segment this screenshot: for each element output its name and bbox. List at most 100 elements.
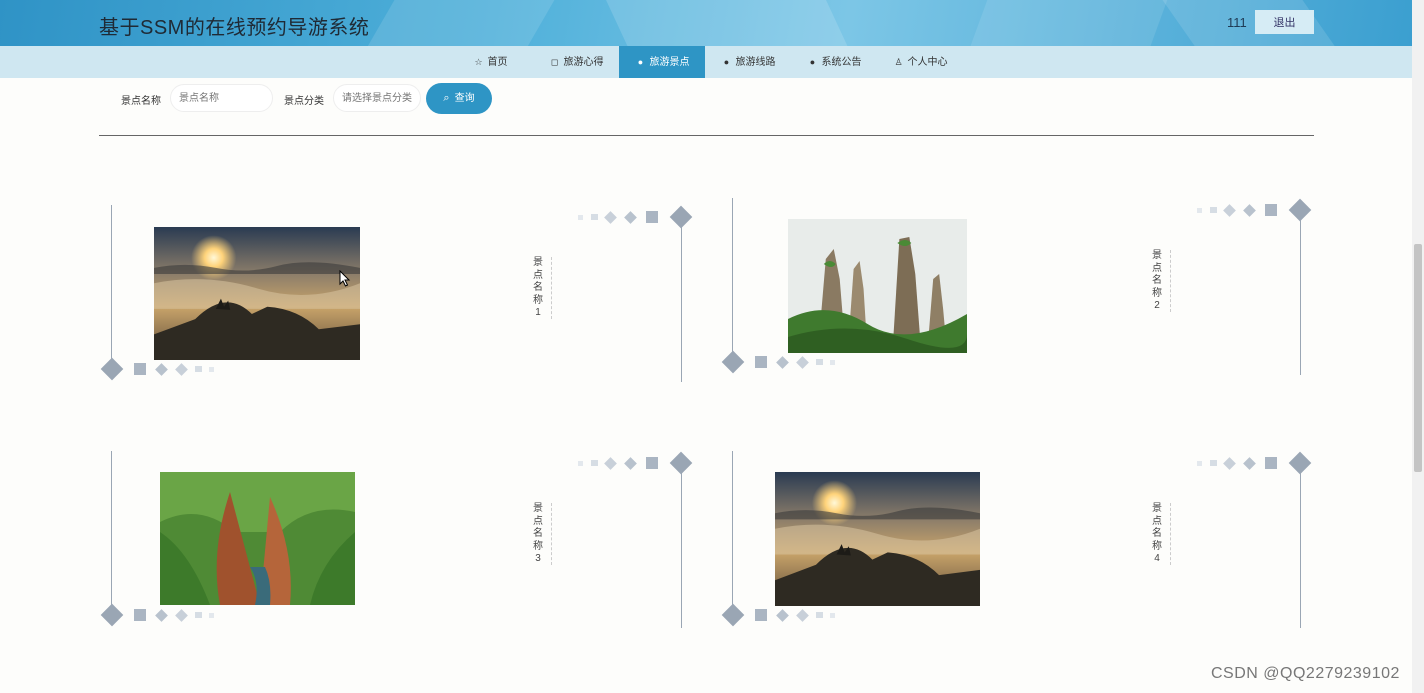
decor-square: [195, 612, 202, 618]
site-title: 基于SSM的在线预约导游系统: [99, 17, 370, 39]
decor-line: [111, 205, 112, 365]
decor-square: [1210, 207, 1217, 213]
decor-line: [1300, 210, 1301, 375]
decor-diamond: [624, 211, 637, 224]
decor-dashed-line: [1170, 503, 1171, 565]
decor-line: [732, 451, 733, 614]
nav-item-label: 首页: [487, 57, 508, 68]
spot-name-input[interactable]: [170, 84, 273, 112]
nav-item-label: 旅游景点: [649, 57, 690, 68]
spot-name[interactable]: 景点名称4: [1150, 503, 1164, 566]
decor-diamond: [776, 609, 789, 622]
decor-diamond: [604, 457, 617, 470]
decor-diamond: [175, 363, 188, 376]
nav-item-travel-notes[interactable]: ◻ 旅游心得: [533, 46, 619, 78]
decor-square: [591, 214, 598, 220]
decor-diamond: [100, 603, 124, 627]
site-header: 基于SSM的在线预约导游系统 111 退出: [0, 0, 1412, 46]
decor-square: [578, 461, 583, 466]
spot-name-label: 景点名称: [121, 96, 161, 107]
spot-card[interactable]: 景点名称1: [99, 197, 699, 387]
decor-dashed-line: [1170, 250, 1171, 312]
decor-square: [755, 609, 767, 621]
spot-category-select[interactable]: [333, 84, 421, 112]
decor-square: [209, 613, 214, 618]
decor-line: [732, 198, 733, 363]
decor-line: [111, 451, 112, 614]
decor-square: [1265, 457, 1277, 469]
decor-diamond: [1223, 204, 1236, 217]
decor-square: [755, 356, 767, 368]
decor-square: [1197, 461, 1202, 466]
nav-item-profile[interactable]: ♙ 个人中心: [877, 46, 963, 78]
watermark: CSDN @QQ2279239102: [1211, 665, 1400, 682]
decor-square: [591, 460, 598, 466]
logout-button[interactable]: 退出: [1255, 10, 1314, 34]
decor-square: [1197, 208, 1202, 213]
decor-diamond: [796, 356, 809, 369]
spot-name[interactable]: 景点名称2: [1150, 250, 1164, 313]
search-button-label: 查询: [454, 93, 475, 104]
spot-name[interactable]: 景点名称3: [531, 503, 545, 566]
nav-item-label: 旅游心得: [563, 57, 604, 68]
user-icon: ♙: [894, 57, 903, 67]
question-icon: ●: [723, 57, 730, 67]
decor-square: [134, 609, 146, 621]
decor-square: [1265, 204, 1277, 216]
decor-square: [578, 215, 583, 220]
decor-diamond: [604, 211, 617, 224]
spot-image[interactable]: [775, 472, 980, 606]
decor-diamond: [776, 356, 789, 369]
decor-square: [1210, 460, 1217, 466]
nav-item-scenic-spots[interactable]: ● 旅游景点: [619, 46, 705, 78]
decor-diamond: [624, 457, 637, 470]
mouse-cursor-icon: [339, 270, 351, 287]
decor-square: [816, 612, 823, 618]
username-label: 111: [1227, 15, 1247, 30]
spot-card[interactable]: 景点名称2: [720, 190, 1320, 380]
decor-diamond: [175, 609, 188, 622]
spot-image[interactable]: [160, 472, 355, 605]
decor-diamond: [100, 357, 124, 381]
decor-square: [646, 211, 658, 223]
decor-square: [134, 363, 146, 375]
decor-diamond: [1243, 457, 1256, 470]
spot-name[interactable]: 景点名称1: [531, 257, 545, 320]
info-icon: ●: [809, 57, 816, 67]
nav-item-home[interactable]: ☆ 首页: [447, 46, 533, 78]
decor-square: [646, 457, 658, 469]
nav-item-label: 个人中心: [907, 57, 948, 68]
nav-item-routes[interactable]: ● 旅游线路: [705, 46, 791, 78]
decor-diamond: [155, 363, 168, 376]
decor-dashed-line: [551, 503, 552, 565]
spot-card[interactable]: 景点名称4: [720, 443, 1320, 633]
star-icon: ☆: [474, 57, 483, 67]
decor-diamond: [155, 609, 168, 622]
decor-square: [830, 613, 835, 618]
decor-diamond: [796, 609, 809, 622]
decor-diamond: [1223, 457, 1236, 470]
main-nav: ☆ 首页 ◻ 旅游心得 ● 旅游景点 ● 旅游线路 ● 系统公告 ♙ 个人中心: [0, 46, 1412, 78]
nav-item-label: 系统公告: [821, 57, 862, 68]
nav-item-announcements[interactable]: ● 系统公告: [791, 46, 877, 78]
decor-diamond: [721, 350, 745, 374]
decor-dashed-line: [551, 257, 552, 319]
spot-card[interactable]: 景点名称3: [99, 443, 699, 633]
search-icon: ⌕: [443, 92, 450, 104]
scrollbar-thumb[interactable]: [1414, 244, 1422, 472]
decor-diamond: [721, 603, 745, 627]
decor-line: [681, 463, 682, 628]
info-icon: ●: [637, 57, 644, 67]
nav-item-label: 旅游线路: [735, 57, 776, 68]
decor-line: [681, 217, 682, 382]
spot-image[interactable]: [788, 219, 967, 353]
decor-square: [830, 360, 835, 365]
spot-image[interactable]: [154, 227, 360, 360]
decor-square: [816, 359, 823, 365]
decor-diamond: [1243, 204, 1256, 217]
decor-line: [1300, 463, 1301, 628]
bag-icon: ◻: [550, 57, 559, 67]
divider: [99, 135, 1314, 136]
search-button[interactable]: ⌕ 查询: [426, 83, 492, 114]
decor-square: [209, 367, 214, 372]
